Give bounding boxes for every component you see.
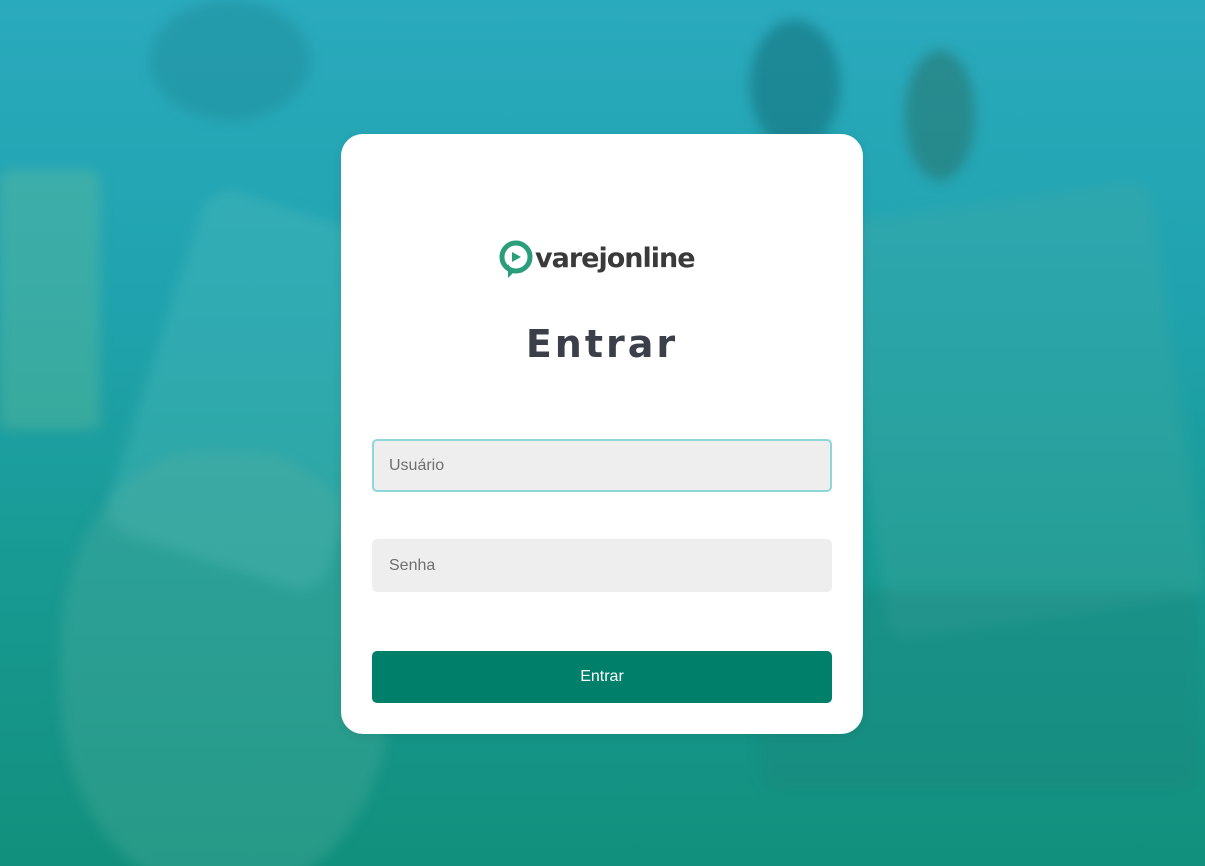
login-submit-button[interactable]: Entrar bbox=[372, 651, 832, 703]
login-card: varejonline Entrar Entrar bbox=[341, 134, 863, 734]
background-shape bbox=[0, 170, 100, 430]
brand-logo-text: varejonline bbox=[535, 242, 696, 274]
varejonline-pin-logo-icon bbox=[499, 240, 533, 278]
username-input[interactable] bbox=[372, 439, 832, 492]
brand-logo: varejonline bbox=[499, 238, 696, 282]
page-title: Entrar bbox=[525, 322, 679, 366]
password-input[interactable] bbox=[372, 539, 832, 592]
background-shape bbox=[150, 0, 310, 120]
background-shape bbox=[750, 20, 840, 150]
background-shape bbox=[832, 179, 1205, 641]
background-shape bbox=[905, 50, 975, 180]
